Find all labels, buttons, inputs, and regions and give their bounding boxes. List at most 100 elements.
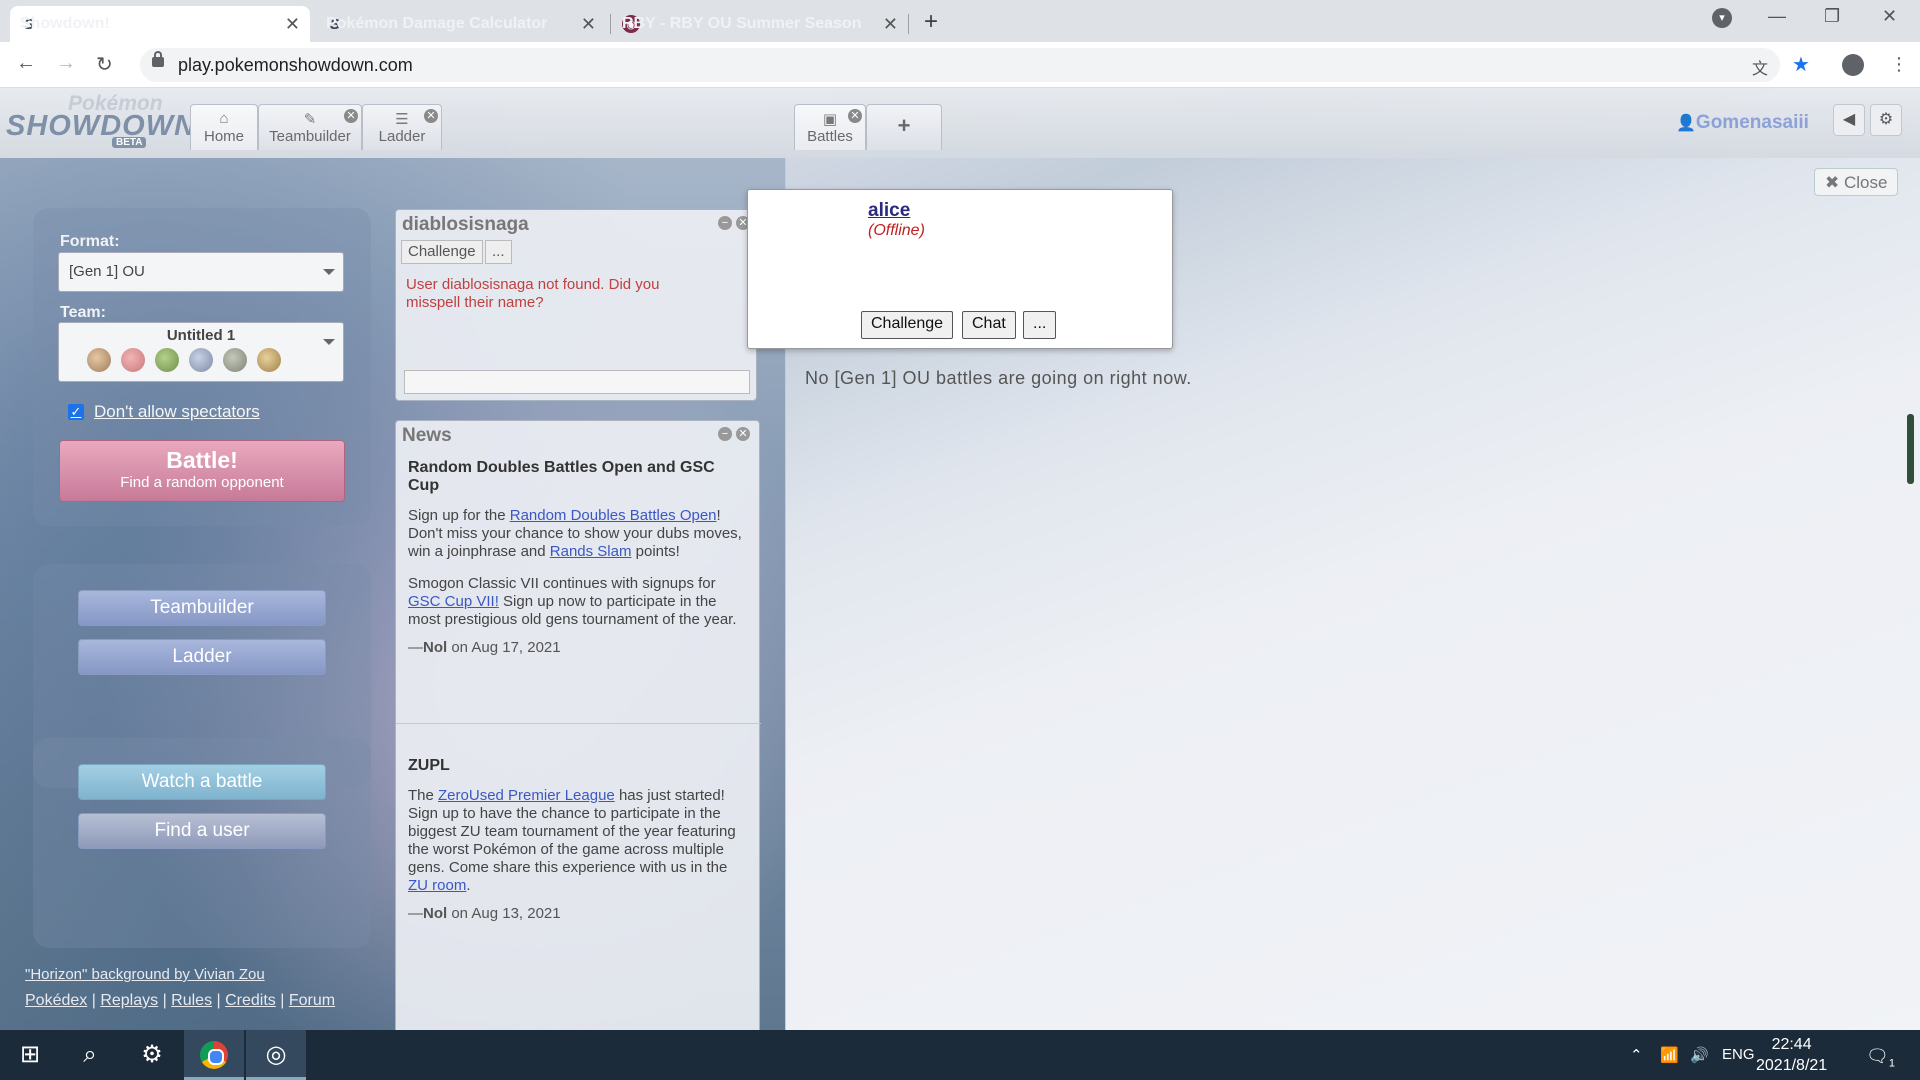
profile-avatar-icon[interactable]	[1842, 54, 1864, 76]
tab-ladder[interactable]: ☰ Ladder ✕	[362, 104, 442, 150]
tab-battles[interactable]: ▣ Battles ✕	[794, 104, 866, 150]
search-icon[interactable]: ⌕	[60, 1030, 120, 1080]
challenge-button[interactable]: Challenge	[401, 240, 483, 264]
show-hidden-icons-icon[interactable]: ⌃	[1630, 1046, 1643, 1064]
translate-icon[interactable]: 文	[1752, 55, 1768, 79]
news-link[interactable]: GSC Cup VII!	[408, 593, 499, 610]
popup-more-button[interactable]: ...	[1023, 311, 1057, 339]
app-taskbar-icon[interactable]: ◎	[246, 1030, 306, 1080]
team-select[interactable]: Untitled 1	[58, 322, 344, 382]
bookmark-star-icon[interactable]: ★	[1792, 52, 1810, 77]
popup-chat-button[interactable]: Chat	[962, 311, 1016, 339]
logo-line2: SHOWDOWN	[6, 110, 197, 142]
browser-tab-showdown[interactable]: S Showdown! ✕	[10, 6, 310, 42]
team-name: Untitled 1	[166, 327, 236, 344]
minimize-window-icon[interactable]: −	[718, 427, 732, 441]
find-user-button[interactable]: Find a user	[78, 813, 326, 849]
news-author: Nol	[423, 905, 448, 922]
lock-icon[interactable]	[152, 51, 164, 67]
browser-tab-damage-calc[interactable]: S Pokémon Damage Calculator ✕	[316, 6, 606, 42]
add-tab-button[interactable]: +	[866, 104, 942, 150]
network-icon[interactable]: 📶	[1660, 1046, 1679, 1064]
windows-start-icon[interactable]: ⊞	[0, 1030, 60, 1080]
rules-link[interactable]: Rules	[171, 992, 212, 1009]
close-tab-icon[interactable]: ✕	[848, 109, 862, 123]
gear-icon[interactable]: ⚙	[1870, 104, 1902, 136]
close-tab-icon[interactable]: ✕	[581, 14, 596, 35]
close-window-icon[interactable]: ✕	[736, 427, 750, 441]
restore-icon[interactable]: ❐	[1824, 6, 1840, 27]
window-close-icon[interactable]: ✕	[1882, 6, 1897, 27]
battle-button-sublabel: Find a random opponent	[120, 474, 284, 491]
battle-button-label: Battle!	[166, 447, 238, 473]
volume-icon[interactable]: ◀	[1833, 104, 1865, 136]
news-headline: Random Doubles Battles Open and GSC Cup	[408, 459, 715, 494]
close-tab-icon[interactable]: ✕	[285, 14, 300, 35]
reload-icon[interactable]: ↻	[96, 52, 113, 77]
news-window: News − ✕ Random Doubles Battles Open and…	[395, 420, 761, 1030]
more-options-button[interactable]: ...	[485, 240, 512, 264]
minimize-icon[interactable]: —	[1768, 6, 1786, 27]
news-text: .	[466, 877, 471, 894]
checkbox-checked-icon[interactable]: ✓	[68, 404, 84, 420]
news-text: The	[408, 787, 439, 804]
replays-link[interactable]: Replays	[100, 992, 158, 1009]
popup-username[interactable]: alice	[868, 200, 910, 222]
speaker-icon[interactable]: 🔊	[1690, 1046, 1709, 1064]
clock-date: 2021/8/21	[1756, 1057, 1828, 1074]
pokemon-icon	[223, 348, 247, 372]
tab-search-icon[interactable]: ▾	[1712, 8, 1732, 28]
close-tab-icon[interactable]: ✕	[883, 14, 898, 35]
news-text: Sign up for the	[408, 507, 510, 524]
footer-links: Pokédex | Replays | Rules | Credits | Fo…	[25, 992, 336, 1009]
credits-link[interactable]: Credits	[225, 992, 276, 1009]
team-label: Team:	[60, 304, 106, 321]
chrome-taskbar-icon[interactable]	[184, 1030, 244, 1080]
taskbar-clock[interactable]: 22:44 2021/8/21	[1756, 1034, 1827, 1076]
tab-separator	[908, 14, 909, 34]
news-link[interactable]: ZU room	[408, 877, 466, 894]
windows-taskbar: ⊞ ⌕ ⚙ ◎ ⌃ 📶 🔊 ENG 22:44 2021/8/21 🗨1	[0, 1030, 1920, 1080]
forum-link[interactable]: Forum	[289, 992, 335, 1009]
address-bar[interactable]: play.pokemonshowdown.com	[140, 48, 1780, 82]
tab-home[interactable]: ⌂ Home	[190, 104, 258, 150]
news-link[interactable]: ZeroUsed Premier League	[438, 787, 615, 804]
news-text: points!	[631, 543, 680, 560]
news-link[interactable]: Rands Slam	[550, 543, 632, 560]
back-icon[interactable]: ←	[16, 52, 36, 75]
close-tab-icon[interactable]: ✕	[344, 109, 358, 123]
battle-button[interactable]: Battle! Find a random opponent	[59, 440, 345, 502]
ladder-button[interactable]: Ladder	[78, 639, 326, 675]
popup-challenge-button[interactable]: Challenge	[861, 311, 954, 339]
user-lookup-window: diablosisnaga − ✕ Challenge ... User dia…	[395, 209, 757, 401]
browser-tab-rby-ou[interactable]: ◉ RBY - RBY OU Summer Season ✕	[612, 6, 908, 42]
chrome-menu-icon[interactable]: ⋮	[1890, 54, 1908, 75]
teambuilder-button[interactable]: Teambuilder	[78, 590, 326, 626]
username-button[interactable]: 👤Gomenasaiii	[1676, 112, 1809, 134]
watch-battle-button[interactable]: Watch a battle	[78, 764, 326, 800]
minimize-window-icon[interactable]: −	[718, 216, 732, 230]
forward-icon[interactable]: →	[56, 52, 76, 75]
plus-icon: +	[897, 113, 911, 138]
close-icon: ✖	[1825, 173, 1840, 192]
pokedex-link[interactable]: Pokédex	[25, 992, 87, 1009]
showdown-page: Pokémon SHOWDOWN BETA ⌂ Home ✎ Teambuild…	[0, 88, 1920, 1030]
scrollbar[interactable]	[1907, 414, 1914, 484]
close-button[interactable]: ✖ Close	[1814, 168, 1899, 196]
chat-input[interactable]	[404, 370, 750, 394]
settings-gear-icon[interactable]: ⚙	[122, 1030, 182, 1080]
news-link[interactable]: Random Doubles Battles Open	[510, 507, 717, 524]
showdown-logo[interactable]: Pokémon SHOWDOWN BETA	[6, 92, 195, 152]
notifications-icon[interactable]: 🗨1	[1866, 1046, 1895, 1070]
close-tab-icon[interactable]: ✕	[424, 109, 438, 123]
news-date: on Aug 13, 2021	[447, 905, 561, 922]
no-spectators-toggle[interactable]: ✓ Don't allow spectators	[68, 402, 260, 422]
browser-tab-title: Showdown!	[20, 15, 110, 32]
new-tab-icon[interactable]: +	[924, 8, 938, 36]
background-credit-link[interactable]: "Horizon" background by Vivian Zou	[25, 966, 265, 983]
input-language[interactable]: ENG	[1722, 1046, 1755, 1063]
no-spectators-label: Don't allow spectators	[94, 402, 260, 421]
format-select[interactable]: [Gen 1] OU	[58, 252, 344, 292]
user-not-found-message: User diablosisnaga not found. Did you mi…	[406, 276, 660, 311]
tab-teambuilder[interactable]: ✎ Teambuilder ✕	[258, 104, 362, 150]
